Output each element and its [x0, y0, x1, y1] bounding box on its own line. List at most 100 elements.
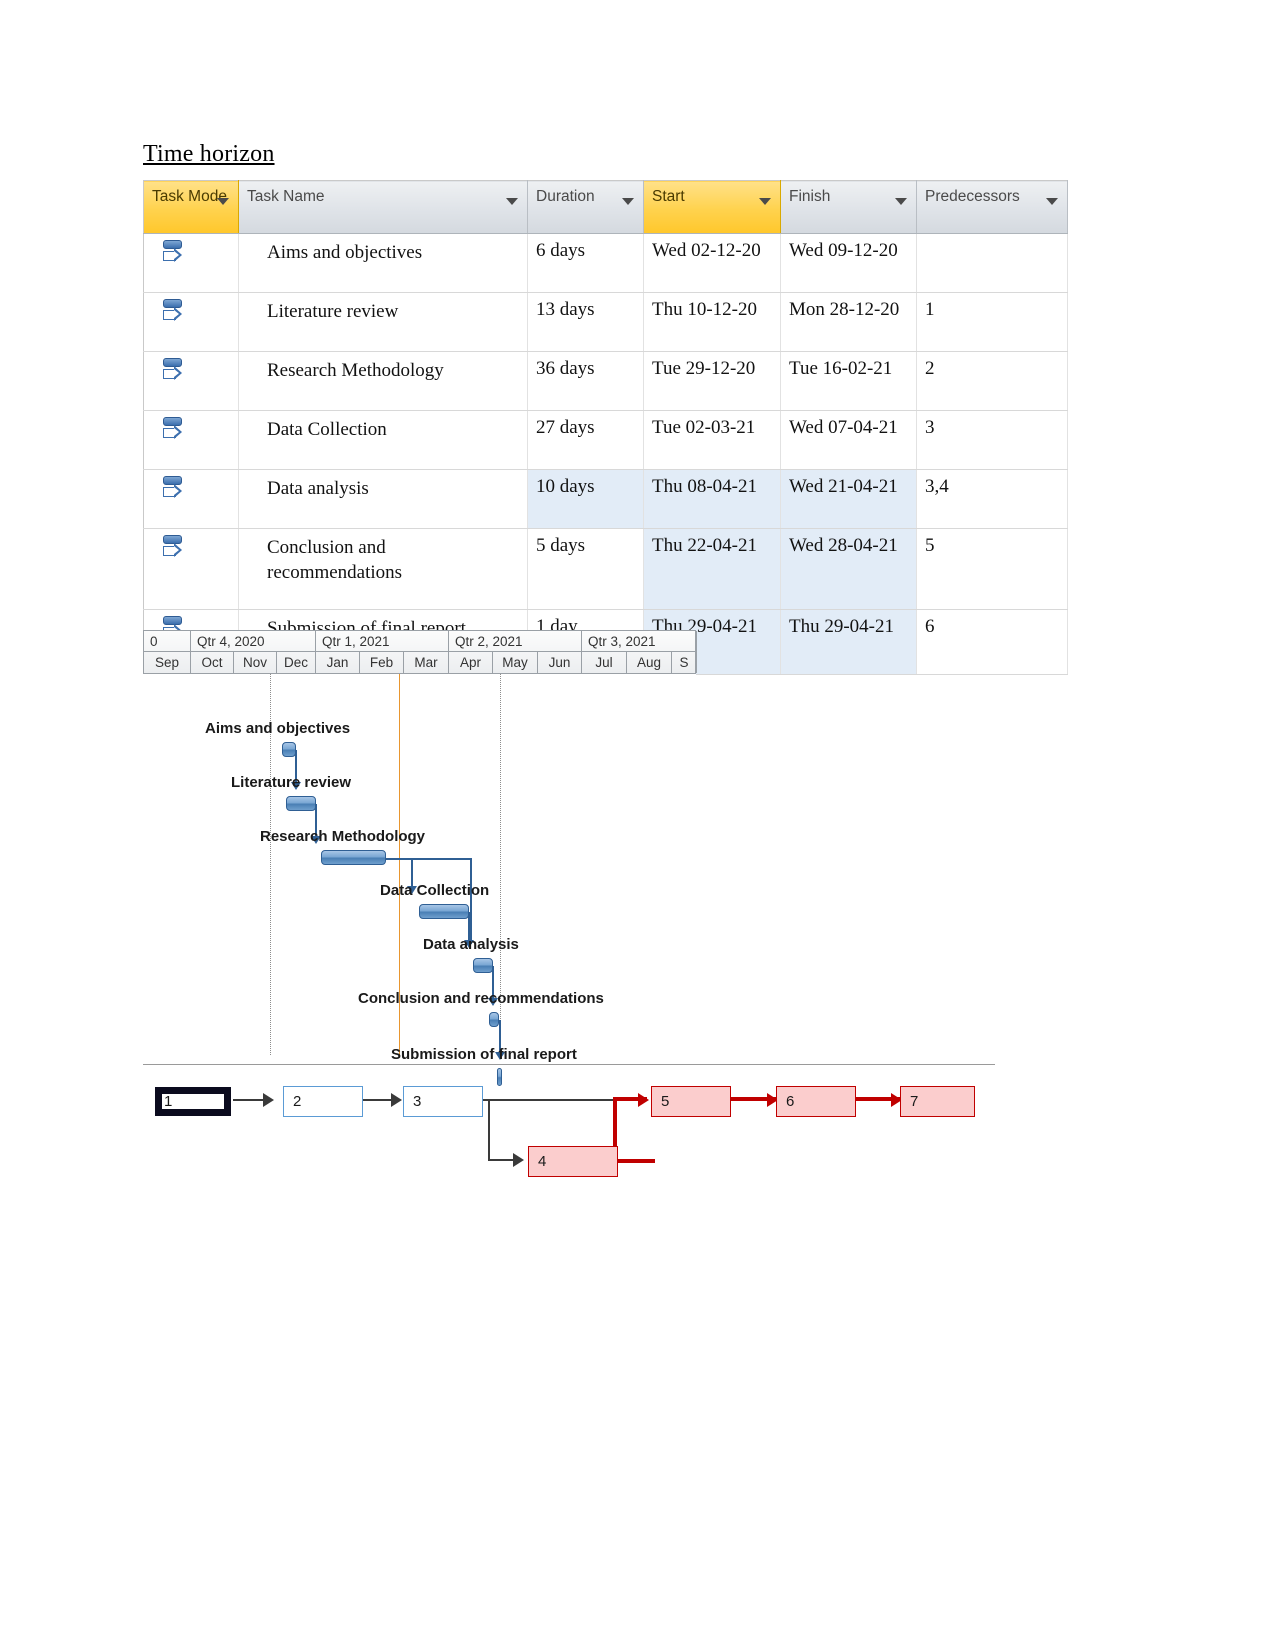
gantt-bar[interactable]	[473, 958, 493, 973]
task-mode-cell[interactable]	[143, 292, 239, 352]
gantt-quarter-cell: 0	[144, 631, 191, 652]
column-header-start[interactable]: Start	[643, 180, 781, 234]
task-mode-cell[interactable]	[143, 469, 239, 529]
gantt-month-row: Sep Oct Nov Dec Jan Feb Mar Apr May Jun …	[144, 652, 697, 673]
duration-cell-text: 36 days	[536, 358, 595, 379]
start-cell[interactable]: Tue 02-03-21	[643, 410, 781, 470]
predecessors-cell-text: 3,4	[925, 476, 949, 497]
network-node-5[interactable]: 5	[651, 1086, 731, 1117]
duration-cell[interactable]: 27 days	[527, 410, 644, 470]
predecessors-cell[interactable]: 5	[916, 528, 1068, 610]
finish-cell[interactable]: Tue 16-02-21	[780, 351, 917, 411]
finish-cell[interactable]: Wed 21-04-21	[780, 469, 917, 529]
finish-cell[interactable]: Thu 29-04-21	[780, 609, 917, 675]
task-mode-cell[interactable]	[143, 351, 239, 411]
duration-cell[interactable]: 36 days	[527, 351, 644, 411]
task-name-cell-text: Research Methodology	[267, 360, 444, 381]
chevron-down-icon[interactable]	[217, 198, 229, 205]
table-row[interactable]: Data analysis 10 days Thu 08-04-21 Wed 21-0…	[143, 469, 1068, 529]
gantt-month-cell: Jun	[538, 652, 582, 673]
task-name-cell-text: Literature review	[267, 301, 399, 322]
chevron-down-icon[interactable]	[895, 198, 907, 205]
gantt-quarter-cell: Qtr 4, 2020	[191, 631, 316, 652]
network-node-3[interactable]: 3	[403, 1086, 483, 1117]
duration-cell[interactable]: 5 days	[527, 528, 644, 610]
predecessors-cell[interactable]: 3,4	[916, 469, 1068, 529]
duration-cell-text: 10 days	[536, 476, 595, 497]
gantt-month-cell: May	[493, 652, 538, 673]
predecessors-cell[interactable]: 3	[916, 410, 1068, 470]
start-cell-text: Thu 22-04-21	[652, 535, 758, 556]
gantt-bar-label: Data analysis	[423, 936, 519, 953]
start-cell[interactable]: Thu 22-04-21	[643, 528, 781, 610]
table-row[interactable]: Research Methodology 36 days Tue 29-12-20 T…	[143, 351, 1068, 411]
start-cell[interactable]: Tue 29-12-20	[643, 351, 781, 411]
gantt-bar-label: Data Collection	[380, 882, 490, 899]
finish-cell-text: Wed 21-04-21	[789, 476, 898, 497]
chevron-down-icon[interactable]	[759, 198, 771, 205]
duration-cell-text: 13 days	[536, 299, 595, 320]
predecessors-cell[interactable]: 1	[916, 292, 1068, 352]
page-title: Time horizon	[143, 141, 275, 167]
task-mode-cell[interactable]	[143, 528, 239, 610]
chevron-down-icon[interactable]	[1046, 198, 1058, 205]
start-cell[interactable]: Wed 02-12-20	[643, 233, 781, 293]
gantt-month-cell: Sep	[144, 652, 191, 673]
column-header-finish[interactable]: Finish	[780, 180, 917, 234]
gantt-bar[interactable]	[286, 796, 316, 811]
predecessors-cell[interactable]: 6	[916, 609, 1068, 675]
network-node-7[interactable]: 7	[900, 1086, 975, 1117]
duration-cell[interactable]: 13 days	[527, 292, 644, 352]
network-node-1[interactable]: 1	[153, 1085, 233, 1118]
gantt-bar[interactable]	[419, 904, 469, 919]
task-mode-cell[interactable]	[143, 233, 239, 293]
column-header-task-name[interactable]: Task Name	[238, 180, 528, 234]
chevron-down-icon[interactable]	[622, 198, 634, 205]
network-node-2[interactable]: 2	[283, 1086, 363, 1117]
gantt-bar-label: Literature review	[231, 774, 352, 791]
task-mode-cell[interactable]	[143, 410, 239, 470]
finish-cell-text: Thu 29-04-21	[789, 616, 895, 637]
task-name-cell[interactable]: Data analysis	[238, 469, 528, 529]
network-node-6[interactable]: 6	[776, 1086, 856, 1117]
gantt-month-cell: Aug	[627, 652, 672, 673]
finish-cell[interactable]: Mon 28-12-20	[780, 292, 917, 352]
table-row[interactable]: Aims and objectives 6 days Wed 02-12-20 Wed…	[143, 233, 1068, 293]
table-row[interactable]: Literature review 13 days Thu 10-12-20 Mon …	[143, 292, 1068, 352]
task-name-cell[interactable]: Aims and objectives	[238, 233, 528, 293]
finish-cell[interactable]: Wed 28-04-21	[780, 528, 917, 610]
network-node-4[interactable]: 4	[528, 1146, 618, 1177]
duration-cell[interactable]: 6 days	[527, 233, 644, 293]
network-diagram: 1 2 3 4 5 6 7	[143, 1075, 995, 1190]
predecessors-cell[interactable]: 2	[916, 351, 1068, 411]
gantt-month-cell: Mar	[404, 652, 449, 673]
finish-cell[interactable]: Wed 07-04-21	[780, 410, 917, 470]
task-name-cell[interactable]: Conclusion and recommendations	[238, 528, 528, 610]
predecessors-cell[interactable]	[916, 233, 1068, 293]
task-table: Task Mode Task Name Duration Start Finis…	[143, 180, 1068, 675]
finish-cell[interactable]: Wed 09-12-20	[780, 233, 917, 293]
network-link-critical	[613, 1159, 655, 1163]
duration-cell[interactable]: 10 days	[527, 469, 644, 529]
table-row[interactable]: Conclusion and recommendations 5 days Thu …	[143, 528, 1068, 610]
task-name-cell[interactable]: Research Methodology	[238, 351, 528, 411]
gantt-bar[interactable]	[282, 742, 296, 757]
section-divider	[143, 1064, 995, 1065]
start-cell[interactable]: Thu 10-12-20	[643, 292, 781, 352]
task-name-cell[interactable]: Literature review	[238, 292, 528, 352]
task-name-cell[interactable]: Data Collection	[238, 410, 528, 470]
network-link-arrow	[263, 1093, 274, 1107]
network-link-arrow	[513, 1153, 524, 1167]
column-header-duration[interactable]: Duration	[527, 180, 644, 234]
column-header-predecessors[interactable]: Predecessors	[916, 180, 1068, 234]
table-row[interactable]: Data Collection 27 days Tue 02-03-21 Wed 07…	[143, 410, 1068, 470]
gantt-quarter-cell: Qtr 1, 2021	[316, 631, 449, 652]
chevron-down-icon[interactable]	[506, 198, 518, 205]
gantt-bar[interactable]	[489, 1012, 499, 1027]
column-header-task-mode[interactable]: Task Mode	[143, 180, 239, 234]
start-cell[interactable]: Thu 08-04-21	[643, 469, 781, 529]
table-header-row: Task Mode Task Name Duration Start Finis…	[143, 180, 1068, 234]
gantt-bar[interactable]	[321, 850, 386, 865]
start-cell-text: Thu 08-04-21	[652, 476, 758, 497]
predecessors-cell-text: 2	[925, 358, 935, 379]
